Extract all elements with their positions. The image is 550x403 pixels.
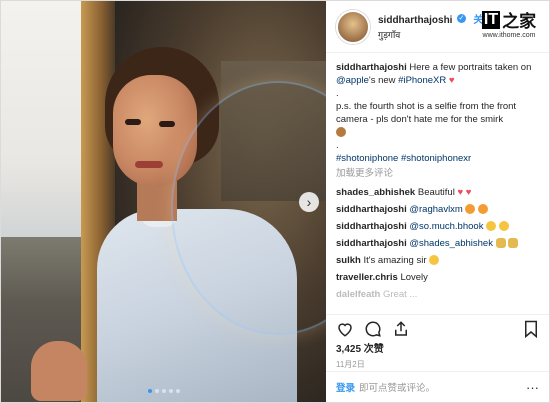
caption-text-2: 's new (368, 75, 396, 86)
heart-emoji: ♥ (448, 75, 455, 86)
bookmark-icon[interactable] (523, 320, 539, 338)
caption-mention[interactable]: @apple (336, 75, 369, 86)
post-photo[interactable]: › (1, 1, 326, 402)
login-suffix: 即可点赞或评论。 (359, 383, 436, 394)
post-sidebar: siddharthajoshi ✓ 关 गुड़गाँव IT 之家 www.i… (326, 1, 549, 402)
username[interactable]: siddharthajoshi (378, 15, 452, 26)
caption-ps: p.s. the fourth shot is a selfie from th… (336, 101, 517, 125)
ithome-watermark: IT 之家 www.ithome.com (475, 7, 543, 39)
comment-item: siddharthajoshi @shades_abhishek (336, 237, 539, 250)
comment-text: Great ... (383, 289, 418, 300)
ithome-url: www.ithome.com (482, 32, 536, 39)
comment-text: It's amazing sir (363, 255, 427, 266)
monkey-emoji (336, 127, 346, 138)
next-arrow-icon[interactable]: › (299, 192, 319, 212)
post-date[interactable]: 11月2日 (326, 357, 549, 371)
avatar[interactable] (336, 9, 370, 44)
smile-emoji (429, 255, 440, 266)
heart-emoji: ♥ (457, 187, 464, 198)
comment-item: siddharthajoshi @so.much.bhook (336, 220, 539, 233)
post-header: siddharthajoshi ✓ 关 गुड़गाँव IT 之家 www.i… (326, 1, 549, 53)
comments-section: siddharthajoshi Here a few portraits tak… (326, 53, 549, 314)
carousel-dot[interactable] (161, 389, 166, 393)
location-link[interactable]: गुड़गाँव (378, 28, 483, 42)
caption-tags[interactable]: #shotoniphone #shotoniphonexr (336, 152, 539, 165)
heart-outline-icon[interactable] (336, 320, 354, 338)
instagram-post: › siddharthajoshi ✓ 关 गुड़गाँव IT 之家 www… (0, 0, 550, 403)
share-icon[interactable] (392, 320, 410, 338)
heart-emoji: ♥ (465, 187, 472, 198)
comment-text: @shades_abhishek (409, 238, 493, 249)
photo-lips (135, 161, 163, 168)
carousel-dot[interactable] (168, 389, 173, 393)
comment-item: siddharthajoshi @raghavlxm (336, 203, 539, 216)
caption-username[interactable]: siddharthajoshi (336, 62, 407, 73)
action-bar (326, 314, 549, 343)
comment-item: shades_abhishek Beautiful ♥ ♥ (336, 186, 539, 199)
comment-username[interactable]: shades_abhishek (336, 187, 415, 198)
tear-emoji (486, 221, 497, 232)
comment-username[interactable]: sulkh (336, 255, 361, 266)
post-header-text: siddharthajoshi ✓ 关 गुड़गाँव (378, 12, 483, 42)
login-prompt: 登录 即可点赞或评论。 ··· (326, 371, 549, 402)
login-link[interactable]: 登录 (336, 380, 355, 394)
photo-right-eye (159, 121, 175, 127)
caption-hashtag[interactable]: #iPhoneXR (398, 75, 446, 86)
caption-dot-2: . (336, 140, 339, 151)
ithome-logo-it: IT (481, 10, 501, 29)
verified-badge-icon: ✓ (456, 13, 466, 23)
carousel-dot[interactable] (175, 389, 180, 393)
ithome-logo-glyph: 之家 (502, 12, 537, 31)
caption-text-1: Here a few portraits taken on (409, 62, 532, 73)
comment-item: dalelfeath Great ... (336, 288, 539, 301)
like-count[interactable]: 3,425 次赞 (326, 343, 549, 357)
carousel-dot[interactable] (154, 389, 159, 393)
load-more-comments[interactable]: 加载更多评论 (336, 167, 539, 180)
caption: siddharthajoshi Here a few portraits tak… (336, 61, 539, 165)
fire-emoji (478, 204, 489, 215)
comment-text: @so.much.bhook (409, 221, 484, 232)
fire-emoji (465, 204, 476, 215)
pray-emoji (495, 238, 506, 249)
ithome-logo: IT 之家 (481, 7, 537, 32)
caption-dot: . (336, 88, 339, 99)
comment-list: shades_abhishek Beautiful ♥ ♥ siddharthaj… (336, 186, 539, 301)
comment-username[interactable]: siddharthajoshi (336, 238, 407, 249)
comment-username[interactable]: siddharthajoshi (336, 221, 407, 232)
tear-emoji (498, 221, 509, 232)
comment-icon[interactable] (364, 320, 382, 338)
more-icon[interactable]: ··· (526, 380, 539, 395)
comment-username[interactable]: traveller.chris (336, 272, 398, 283)
carousel-dots (1, 389, 326, 393)
pray-emoji (508, 238, 519, 249)
comment-username[interactable]: dalelfeath (336, 289, 380, 300)
comment-item: sulkh It's amazing sir (336, 254, 539, 267)
photo-left-eye (125, 119, 141, 125)
comment-text: Lovely (400, 272, 428, 283)
carousel-dot[interactable] (147, 389, 152, 393)
comment-username[interactable]: siddharthajoshi (336, 204, 407, 215)
comment-text: @raghavlxm (409, 204, 463, 215)
comment-text: Beautiful (417, 187, 455, 198)
comment-item: traveller.chris Lovely (336, 271, 539, 284)
